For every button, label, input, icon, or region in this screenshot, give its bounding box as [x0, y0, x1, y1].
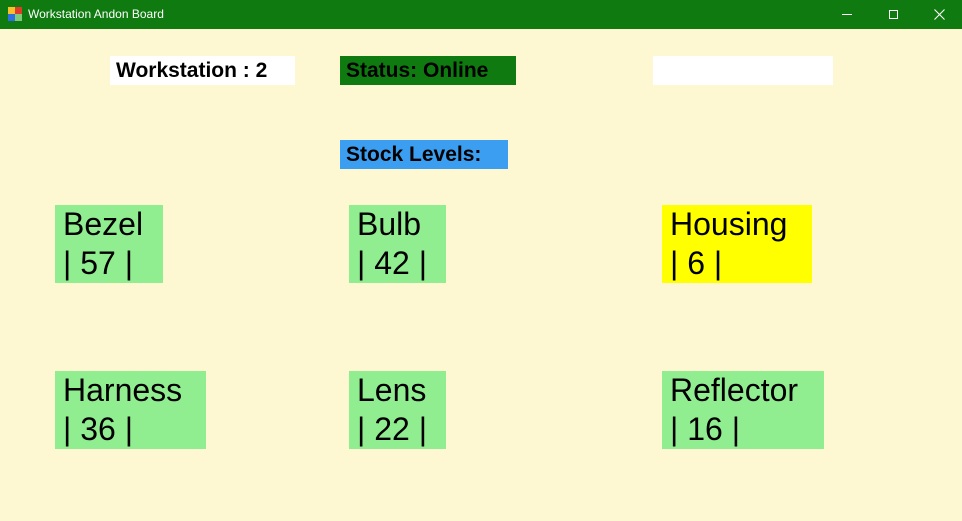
stock-tile-bulb: Bulb | 42 |	[349, 205, 446, 283]
maximize-button[interactable]	[870, 0, 916, 29]
minimize-icon	[842, 14, 852, 15]
stock-item-count: | 36 |	[63, 411, 133, 447]
stock-item-count: | 22 |	[357, 411, 427, 447]
stock-item-name: Bulb	[357, 206, 422, 242]
window-title: Workstation Andon Board	[28, 7, 164, 21]
maximize-icon	[888, 10, 898, 19]
minimize-button[interactable]	[824, 0, 870, 29]
close-button[interactable]	[916, 0, 962, 29]
status-badge: Status: Online	[340, 56, 516, 85]
stock-item-name: Harness	[63, 372, 183, 408]
stock-tile-housing: Housing | 6 |	[662, 205, 812, 283]
stock-item-count: | 42 |	[357, 245, 427, 281]
app-icon	[8, 7, 22, 21]
stock-tile-reflector: Reflector | 16 |	[662, 371, 824, 449]
blank-field	[653, 56, 833, 85]
stock-item-count: | 57 |	[63, 245, 133, 281]
stock-item-name: Lens	[357, 372, 427, 408]
stock-tile-bezel: Bezel | 57 |	[55, 205, 163, 283]
stock-item-count: | 16 |	[670, 411, 740, 447]
stock-item-count: | 6 |	[670, 245, 723, 281]
stock-tile-lens: Lens | 22 |	[349, 371, 446, 449]
stock-item-name: Bezel	[63, 206, 144, 242]
workstation-label: Workstation : 2	[110, 56, 295, 85]
stock-item-name: Reflector	[670, 372, 799, 408]
stock-levels-heading: Stock Levels:	[340, 140, 508, 169]
stock-tile-harness: Harness | 36 |	[55, 371, 206, 449]
close-icon	[933, 9, 945, 20]
stock-item-name: Housing	[670, 206, 788, 242]
title-bar: Workstation Andon Board	[0, 0, 962, 29]
